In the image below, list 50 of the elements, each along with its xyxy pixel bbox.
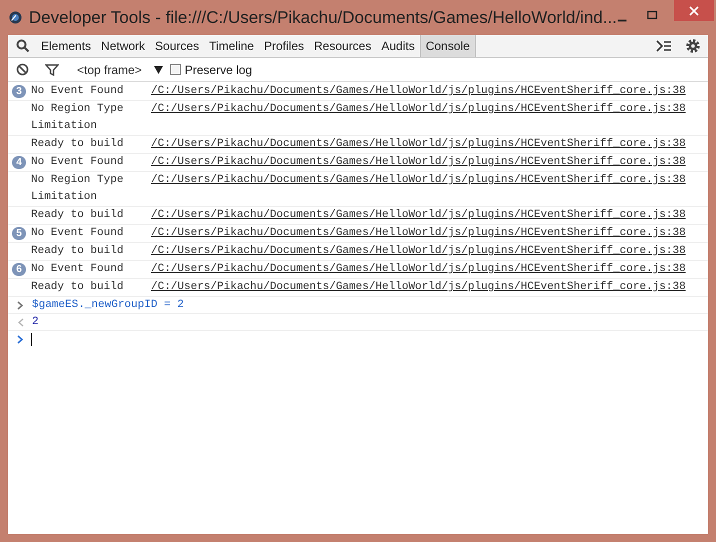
source-link[interactable]: /C:/Users/Pikachu/Documents/Games/HelloWorld/js/plugins/HCEventSheriff_core.js:38 bbox=[151, 154, 686, 171]
panel-tab[interactable]: Profiles bbox=[258, 35, 309, 57]
source-link[interactable]: /C:/Users/Pikachu/Documents/Games/HelloWorld/js/plugins/HCEventSheriff_core.js:38 bbox=[151, 207, 686, 224]
search-icon[interactable] bbox=[16, 39, 30, 53]
repeat-count-badge: 3 bbox=[12, 85, 26, 98]
log-message: No Region Type Limitation bbox=[31, 173, 124, 205]
window-title: Developer Tools - file:///C:/Users/Pikachu/Documents/Games/HelloWorld/ind... bbox=[28, 6, 617, 29]
panel-tab[interactable]: Resources bbox=[309, 35, 376, 57]
preserve-log-label: Preserve log bbox=[184, 62, 252, 78]
filter-icon[interactable] bbox=[45, 64, 59, 76]
prompt-chevron-icon bbox=[17, 335, 24, 344]
dropdown-arrow-icon[interactable] bbox=[154, 66, 163, 74]
log-message: No Event Found bbox=[31, 155, 124, 170]
panel-tab[interactable]: Sources bbox=[150, 35, 204, 57]
source-link[interactable]: /C:/Users/Pikachu/Documents/Games/HelloWorld/js/plugins/HCEventSheriff_core.js:38 bbox=[151, 243, 686, 260]
clear-console-icon[interactable] bbox=[16, 63, 29, 76]
log-message: Ready to build bbox=[31, 244, 124, 259]
source-link[interactable]: /C:/Users/Pikachu/Documents/Games/HelloWorld/js/plugins/HCEventSheriff_core.js:38 bbox=[151, 136, 686, 153]
log-message: No Region Type Limitation bbox=[31, 102, 124, 134]
settings-icon[interactable] bbox=[685, 38, 701, 54]
maximize-icon[interactable] bbox=[647, 10, 658, 20]
app-logo-icon bbox=[9, 10, 22, 25]
source-link[interactable]: /C:/Users/Pikachu/Documents/Games/HelloWorld/js/plugins/HCEventSheriff_core.js:38 bbox=[151, 261, 686, 278]
drawer-toggle-icon[interactable] bbox=[656, 40, 672, 52]
source-link[interactable]: /C:/Users/Pikachu/Documents/Games/HelloWorld/js/plugins/HCEventSheriff_core.js:38 bbox=[151, 101, 686, 135]
repeat-count-badge: 4 bbox=[12, 156, 26, 169]
panel-tab[interactable]: Elements bbox=[36, 35, 96, 57]
source-link[interactable]: /C:/Users/Pikachu/Documents/Games/HelloWorld/js/plugins/HCEventSheriff_core.js:38 bbox=[151, 172, 686, 206]
preserve-log-checkbox[interactable] bbox=[170, 64, 181, 75]
console-result: 2 bbox=[32, 314, 39, 330]
source-link[interactable]: /C:/Users/Pikachu/Documents/Games/HelloWorld/js/plugins/HCEventSheriff_core.js:38 bbox=[151, 225, 686, 242]
frame-selector[interactable]: <top frame> bbox=[77, 60, 142, 78]
log-message: Ready to build bbox=[31, 137, 124, 152]
panel-tab[interactable]: Timeline bbox=[204, 35, 259, 57]
console-command: $gameES._newGroupID = 2 bbox=[32, 298, 184, 312]
prompt-chevron-icon bbox=[17, 300, 24, 310]
close-icon bbox=[688, 6, 699, 16]
panel-tab[interactable]: Audits bbox=[376, 35, 420, 57]
close-button[interactable] bbox=[674, 0, 714, 21]
log-message: No Event Found bbox=[31, 262, 124, 277]
repeat-count-badge: 5 bbox=[12, 227, 26, 240]
log-message: No Event Found bbox=[31, 226, 124, 241]
log-message: Ready to build bbox=[31, 280, 124, 295]
panel-tab[interactable]: Console bbox=[420, 35, 476, 57]
log-message: No Event Found bbox=[31, 84, 124, 99]
source-link[interactable]: /C:/Users/Pikachu/Documents/Games/HelloWorld/js/plugins/HCEventSheriff_core.js:38 bbox=[151, 83, 686, 100]
source-link[interactable]: /C:/Users/Pikachu/Documents/Games/HelloWorld/js/plugins/HCEventSheriff_core.js:38 bbox=[151, 279, 686, 296]
log-message: Ready to build bbox=[31, 208, 124, 223]
panel-tab[interactable]: Network bbox=[96, 35, 150, 57]
repeat-count-badge: 6 bbox=[12, 263, 26, 276]
